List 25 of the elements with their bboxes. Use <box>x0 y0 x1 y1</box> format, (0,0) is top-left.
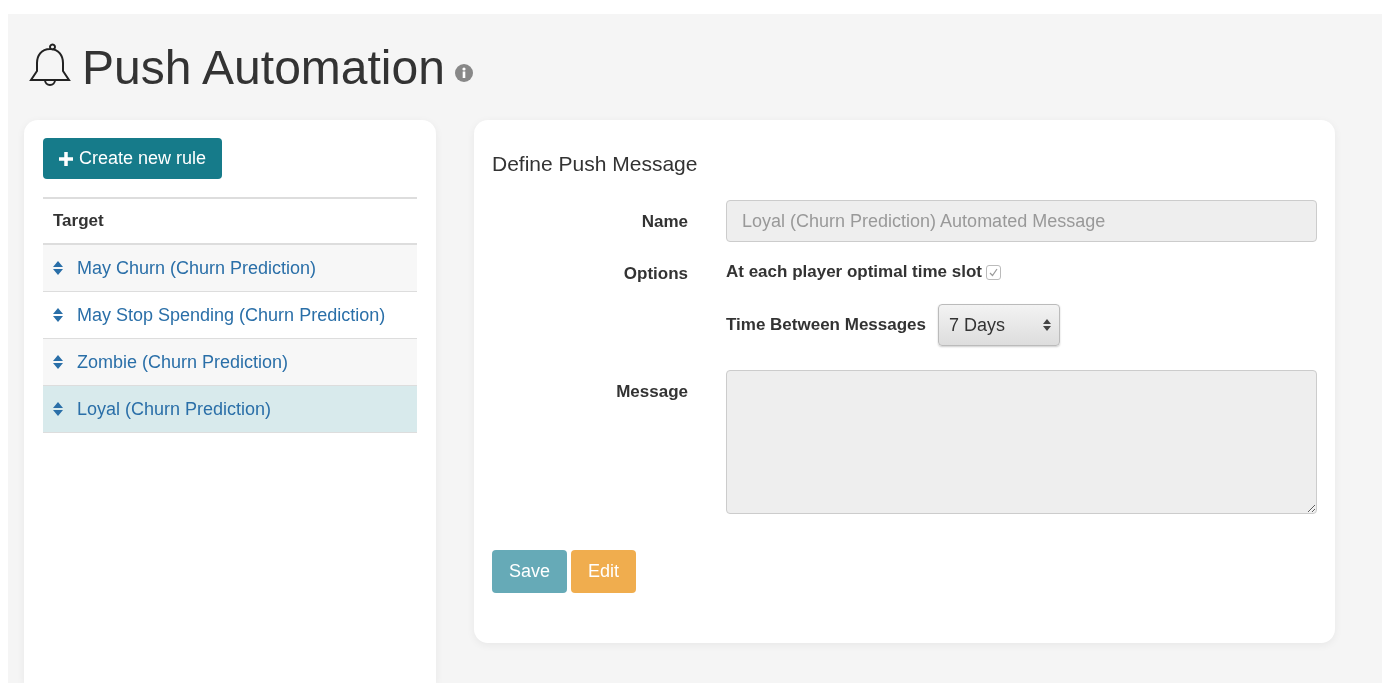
plus-icon <box>59 151 73 166</box>
form-title: Define Push Message <box>492 152 699 176</box>
sort-icon[interactable] <box>53 355 63 369</box>
field-label: Name <box>640 211 688 232</box>
field-label: Message <box>615 381 688 402</box>
interval-select[interactable]: 7 Days <box>938 304 1060 346</box>
sort-icon[interactable] <box>53 261 63 275</box>
checkbox-label: At each player optimal time slot <box>726 262 982 282</box>
info-icon[interactable] <box>454 64 473 82</box>
sort-icon[interactable] <box>53 308 63 322</box>
caret-icon <box>1043 318 1051 332</box>
rule-row[interactable]: May Churn (Churn Prediction) <box>43 245 417 292</box>
primary-action-button[interactable]: Save <box>492 550 568 593</box>
checkbox[interactable] <box>986 264 1001 280</box>
rule-label: Loyal (Churn Prediction) <box>77 398 272 420</box>
rule-row[interactable]: Zombie (Churn Prediction) <box>43 339 417 386</box>
rule-label: May Stop Spending (Churn Prediction) <box>77 304 386 326</box>
rule-label: Zombie (Churn Prediction) <box>77 351 289 373</box>
create-rule-button[interactable]: Create new rule <box>43 138 223 179</box>
interval-label: Time Between Messages <box>726 315 926 335</box>
page-title: Push Automation <box>82 39 445 95</box>
rule-label: May Churn (Churn Prediction) <box>77 257 317 279</box>
sort-icon[interactable] <box>53 402 63 416</box>
field-label: Options <box>622 263 688 284</box>
rule-row[interactable]: Loyal (Churn Prediction) <box>43 386 417 433</box>
